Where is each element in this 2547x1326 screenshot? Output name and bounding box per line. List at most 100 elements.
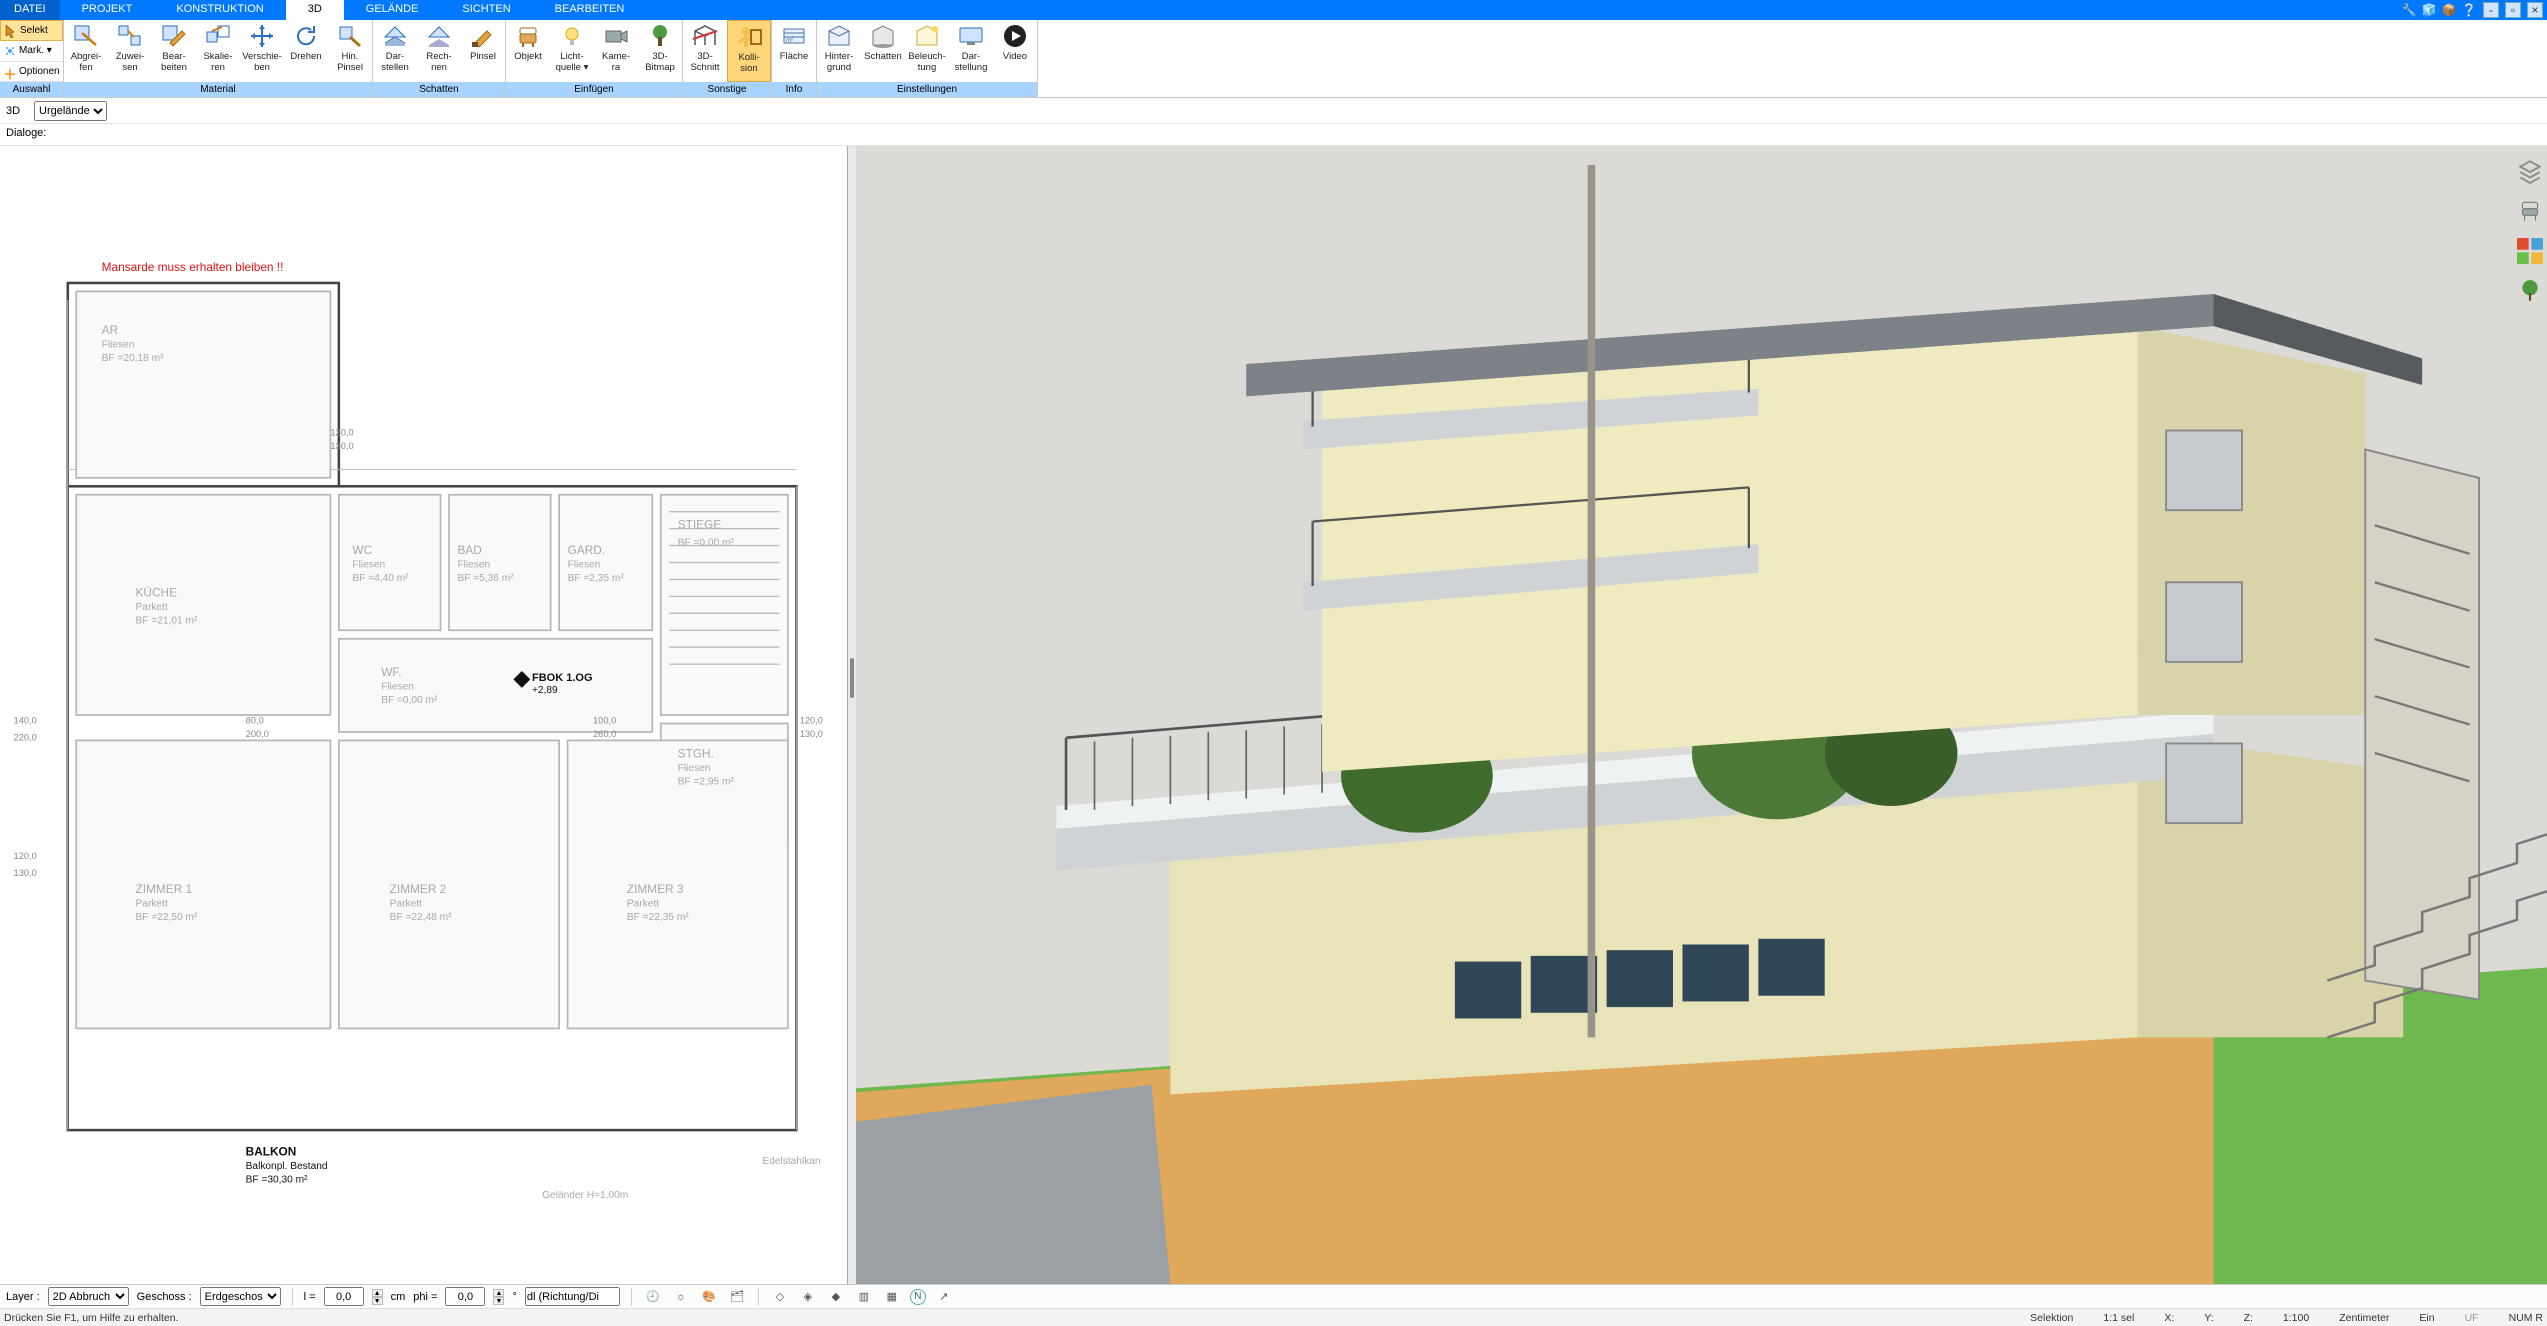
chair-icon[interactable]: [2517, 198, 2543, 224]
ribbon-group-label-2: Einfügen: [506, 82, 682, 97]
beleuchtung-label: Beleuch- tung: [908, 51, 946, 73]
ribbon-group-0: Abgrei- fenZuwei- senBear- beitenSkalie-…: [64, 20, 373, 97]
svg-text:WC: WC: [352, 543, 372, 557]
svg-text:AR: AR: [102, 323, 118, 337]
ribbon-schnitt3d-button[interactable]: 3D- Schnitt: [683, 20, 727, 82]
ribbon-kollision-button[interactable]: Kolli- sion: [727, 20, 771, 82]
svg-text:Balkonpl. Bestand: Balkonpl. Bestand: [246, 1161, 328, 1172]
status-z: Z:: [2244, 1312, 2253, 1324]
snap3-icon[interactable]: ◆: [826, 1287, 846, 1307]
snap1-icon[interactable]: ◇: [770, 1287, 790, 1307]
ribbon-video-button[interactable]: Video: [993, 20, 1037, 82]
cube-icon[interactable]: 📦: [2441, 2, 2457, 18]
ribbon-pinsel-button[interactable]: Pinsel: [461, 20, 505, 82]
rechnen-label: Rech- nen: [426, 51, 451, 73]
ribbon-darstellen-button[interactable]: Dar- stellen: [373, 20, 417, 82]
minimize-button[interactable]: ‐: [2483, 2, 2499, 18]
mark-label: Mark. ▾: [19, 45, 52, 56]
window-controls: 🔧 🧊 📦 ❔ ‐ ▫ ×: [2401, 0, 2547, 20]
svg-text:130,0: 130,0: [800, 729, 823, 739]
length-input[interactable]: [324, 1287, 364, 1306]
layers-icon[interactable]: [2517, 158, 2543, 184]
mark-button[interactable]: Mark. ▾: [0, 41, 63, 61]
svg-text:120,0: 120,0: [800, 715, 823, 725]
menu-sichten[interactable]: SICHTEN: [440, 0, 532, 20]
terrain-select[interactable]: Urgelände: [34, 101, 107, 121]
pane-2d[interactable]: Mansarde muss erhalten bleiben !!: [0, 146, 848, 1284]
ribbon-group-5: Hinter- grundSchattenBeleuch- tungDar- s…: [817, 20, 1038, 97]
workspace: Mansarde muss erhalten bleiben !!: [0, 146, 2547, 1284]
phi-input[interactable]: [445, 1287, 485, 1306]
snap2-icon[interactable]: ◈: [798, 1287, 818, 1307]
ribbon-group-3: 3D- SchnittKolli- sionSonstige: [683, 20, 772, 97]
color-swatch-icon[interactable]: [2517, 238, 2543, 264]
pane-3d[interactable]: [856, 146, 2547, 1284]
ribbon-abgreifen-button[interactable]: Abgrei- fen: [64, 20, 108, 82]
ribbon-group-label-0: Material: [64, 82, 372, 97]
ribbon-group-1: Dar- stellenRech- nenPinselSchatten: [373, 20, 506, 97]
bearbeiten-icon: [160, 23, 188, 49]
geschoss-select[interactable]: Erdgeschos: [200, 1287, 281, 1306]
clock-icon[interactable]: 🕘: [643, 1287, 663, 1307]
north-icon[interactable]: N: [910, 1289, 926, 1305]
ribbon-verschieben-button[interactable]: Verschie- ben: [240, 20, 284, 82]
palette-icon[interactable]: 🎨: [699, 1287, 719, 1307]
length-up[interactable]: ▲: [372, 1289, 383, 1297]
ribbon-lichtquelle-button[interactable]: Licht- quelle ▾: [550, 20, 594, 82]
optionen-button[interactable]: ＋ Optionen: [0, 62, 63, 82]
length-unit: cm: [391, 1291, 406, 1303]
dl-input[interactable]: [525, 1287, 620, 1306]
ribbon-bitmap3d-button[interactable]: 3D- Bitmap: [638, 20, 682, 82]
overlay-icon[interactable]: 🗂: [727, 1287, 747, 1307]
wrench-icon[interactable]: 🔧: [2401, 2, 2417, 18]
grid-icon[interactable]: ▦: [882, 1287, 902, 1307]
sun-icon[interactable]: ☼: [671, 1287, 691, 1307]
box-icon[interactable]: 🧊: [2421, 2, 2437, 18]
help-icon[interactable]: ❔: [2461, 2, 2477, 18]
ribbon-drehen-button[interactable]: Drehen: [284, 20, 328, 82]
length-down[interactable]: ▼: [372, 1297, 383, 1305]
ribbon-rechnen-button[interactable]: Rech- nen: [417, 20, 461, 82]
ribbon-hintergrund-button[interactable]: Hinter- grund: [817, 20, 861, 82]
rechnen-icon: [425, 23, 453, 49]
menu-projekt[interactable]: PROJEKT: [60, 0, 155, 20]
ribbon-skalieren-button[interactable]: Skalie- ren: [196, 20, 240, 82]
close-button[interactable]: ×: [2527, 2, 2543, 18]
phi-down[interactable]: ▼: [493, 1297, 504, 1305]
svg-text:FBOK 1.OG: FBOK 1.OG: [532, 672, 593, 684]
svg-text:BALKON: BALKON: [246, 1145, 297, 1159]
ribbon-objekt-button[interactable]: Objekt: [506, 20, 550, 82]
tree-icon[interactable]: [2517, 278, 2543, 304]
arrow-icon[interactable]: ↗: [934, 1287, 954, 1307]
snap4-icon[interactable]: ▥: [854, 1287, 874, 1307]
status-bar: Drücken Sie F1, um Hilfe zu erhalten. Se…: [0, 1308, 2547, 1326]
ribbon-kamera-button[interactable]: Kame- ra: [594, 20, 638, 82]
selekt-button[interactable]: Selekt: [0, 20, 63, 41]
ribbon-hinpinsel-button[interactable]: Hin. Pinsel: [328, 20, 372, 82]
ribbon-zuweisen-button[interactable]: Zuwei- sen: [108, 20, 152, 82]
menu-gelaende[interactable]: GELÄNDE: [344, 0, 441, 20]
menu-konstruktion[interactable]: KONSTRUKTION: [154, 0, 285, 20]
schnitt3d-label: 3D- Schnitt: [690, 51, 719, 73]
phi-label: phi =: [413, 1291, 437, 1303]
verschieben-icon: [248, 23, 276, 49]
ribbon-group-4: m²FlächeInfo: [772, 20, 817, 97]
svg-text:Fliesen: Fliesen: [102, 339, 135, 350]
layer-select[interactable]: 2D Abbruch: [48, 1287, 129, 1306]
svg-text:ZIMMER 2: ZIMMER 2: [390, 882, 447, 896]
svg-text:260,0: 260,0: [593, 729, 616, 739]
menu-bearbeiten[interactable]: BEARBEITEN: [533, 0, 647, 20]
splitter[interactable]: [848, 146, 856, 1284]
svg-text:Parkett: Parkett: [136, 602, 168, 613]
ribbon-schatten2-button[interactable]: Schatten: [861, 20, 905, 82]
ribbon-bearbeiten-button[interactable]: Bear- beiten: [152, 20, 196, 82]
menu-datei[interactable]: DATEI: [0, 0, 60, 20]
selekt-label: Selekt: [20, 25, 48, 36]
phi-up[interactable]: ▲: [493, 1289, 504, 1297]
restore-button[interactable]: ▫: [2505, 2, 2521, 18]
dialoge-bar: Dialoge:: [0, 124, 2547, 146]
ribbon-darstellung-button[interactable]: Dar- stellung: [949, 20, 993, 82]
ribbon-flaeche-button[interactable]: m²Fläche: [772, 20, 816, 82]
menu-3d[interactable]: 3D: [286, 0, 344, 20]
ribbon-beleuchtung-button[interactable]: Beleuch- tung: [905, 20, 949, 82]
